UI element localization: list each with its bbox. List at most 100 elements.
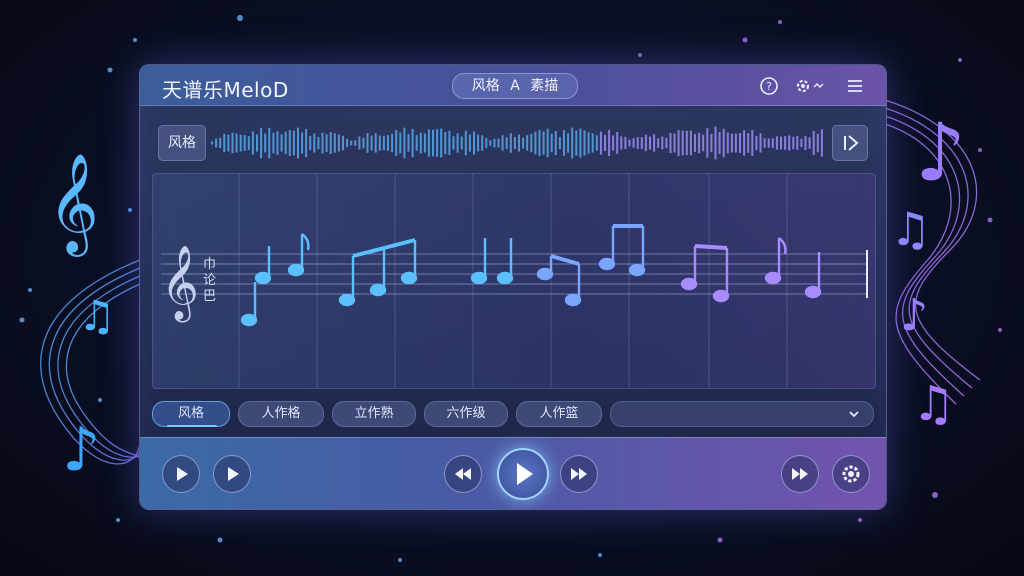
waveform-bar [468, 134, 471, 152]
tab-style[interactable]: 风格 [152, 401, 230, 427]
waveform-bar [378, 135, 381, 151]
waveform-bar [599, 131, 602, 155]
waveform-bar [546, 128, 549, 158]
fast-forward-icon [792, 468, 808, 480]
app-title: 天谱乐MeloD [162, 78, 289, 102]
waveform-bar [579, 128, 582, 158]
waveform-bar [698, 132, 701, 154]
waveform-bar [264, 133, 267, 153]
play-icon [228, 467, 239, 481]
waveform-bar [526, 135, 529, 151]
waveform-bar [419, 132, 422, 154]
waveform-bar [784, 136, 787, 150]
tab-2[interactable]: 人作格 [238, 401, 324, 427]
music-note-icon: ♫ [890, 202, 931, 256]
waveform-bar [329, 132, 332, 154]
waveform-bar [272, 132, 275, 154]
waveform-bar [284, 131, 287, 155]
music-staff: 𝄞 巾 论 巴 [161, 174, 868, 388]
waveform-bar [620, 136, 623, 150]
skip-forward-button[interactable] [832, 125, 868, 161]
play-icon [517, 463, 533, 485]
waveform-bar [608, 129, 611, 157]
tab-dropdown[interactable] [610, 401, 874, 427]
play-icon [177, 467, 188, 481]
waveform-bar [391, 133, 394, 153]
waveform-bar [309, 136, 312, 150]
waveform-bar [567, 133, 570, 153]
waveform-bar [587, 132, 590, 154]
play-button-secondary[interactable] [213, 455, 251, 493]
waveform-bar [227, 134, 230, 152]
score-clef-icon: 𝄞 [161, 246, 199, 323]
score-panel: 𝄞 巾 论 巴 [152, 173, 876, 389]
waveform-bar [215, 138, 218, 148]
active-tab-indicator [167, 425, 217, 427]
waveform-bar [362, 137, 365, 149]
waveform-bar [530, 134, 533, 153]
waveform-bar [223, 134, 226, 152]
waveform [211, 126, 823, 160]
waveform-bar [518, 134, 520, 152]
waveform-bar [432, 129, 434, 157]
tab-3[interactable]: 立作熟 [332, 401, 416, 427]
settings-icon[interactable] [792, 75, 828, 97]
waveform-bar [808, 137, 811, 149]
next-button[interactable] [781, 455, 819, 493]
waveform-bar [714, 126, 717, 160]
waveform-bar [702, 134, 705, 152]
waveform-bar [280, 134, 283, 152]
waveform-bar [219, 137, 222, 148]
waveform-bar [816, 133, 819, 153]
waveform-bar [325, 134, 328, 152]
waveform-bar [632, 138, 635, 148]
waveform-bar [288, 130, 291, 156]
waveform-bar [460, 136, 463, 150]
waveform-bar [800, 138, 803, 148]
waveform-bar [350, 140, 353, 146]
play-button[interactable] [162, 455, 200, 493]
waveform-bar [628, 139, 631, 147]
waveform-bar [456, 133, 459, 153]
menu-icon[interactable] [844, 75, 866, 97]
waveform-bar [239, 134, 242, 152]
waveform-bar [644, 134, 647, 152]
waveform-bar [505, 137, 508, 149]
pill-label-a: A [510, 78, 520, 94]
rewind-button[interactable] [444, 455, 482, 493]
waveform-bar [604, 134, 606, 151]
app-window: 天谱乐MeloD 风格 A 素描 ? 风格 𝄞 巾 论 巴 风格 人作格 立作熟… [139, 64, 887, 510]
help-icon[interactable]: ? [758, 75, 780, 97]
pill-label-sketch: 素描 [530, 78, 559, 94]
waveform-bar [235, 133, 238, 153]
tab-4[interactable]: 六作级 [424, 401, 508, 427]
waveform-bar [542, 131, 545, 155]
main-play-button[interactable] [497, 448, 549, 500]
waveform-bar [640, 137, 643, 149]
waveform-bar [751, 130, 754, 156]
fast-forward-button[interactable] [560, 455, 598, 493]
waveform-bar [243, 135, 246, 151]
waveform-bar [297, 127, 299, 159]
waveform-bar [653, 134, 656, 152]
settings-button[interactable] [832, 455, 870, 493]
header-pill[interactable]: 风格 A 素描 [452, 73, 578, 99]
tab-5[interactable]: 人作篮 [516, 401, 602, 427]
waveform-bar [685, 130, 688, 156]
clef-annotation: 巴 [203, 289, 216, 304]
waveform-bar [583, 130, 586, 156]
waveform-bar [775, 136, 778, 150]
waveform-bar [333, 133, 336, 153]
music-note-icon: ♫ [78, 291, 116, 340]
waveform-bar [554, 131, 557, 156]
style-button[interactable]: 风格 [158, 125, 206, 161]
waveform-bar [657, 138, 660, 148]
waveform-bar [595, 135, 598, 151]
waveform-bar [804, 135, 807, 151]
waveform-bar [513, 137, 516, 150]
clef-annotation: 巾 [203, 257, 216, 272]
waveform-bar [415, 135, 418, 151]
waveform-bar [710, 133, 713, 153]
waveform-bar [812, 131, 815, 155]
waveform-bar [337, 134, 340, 152]
